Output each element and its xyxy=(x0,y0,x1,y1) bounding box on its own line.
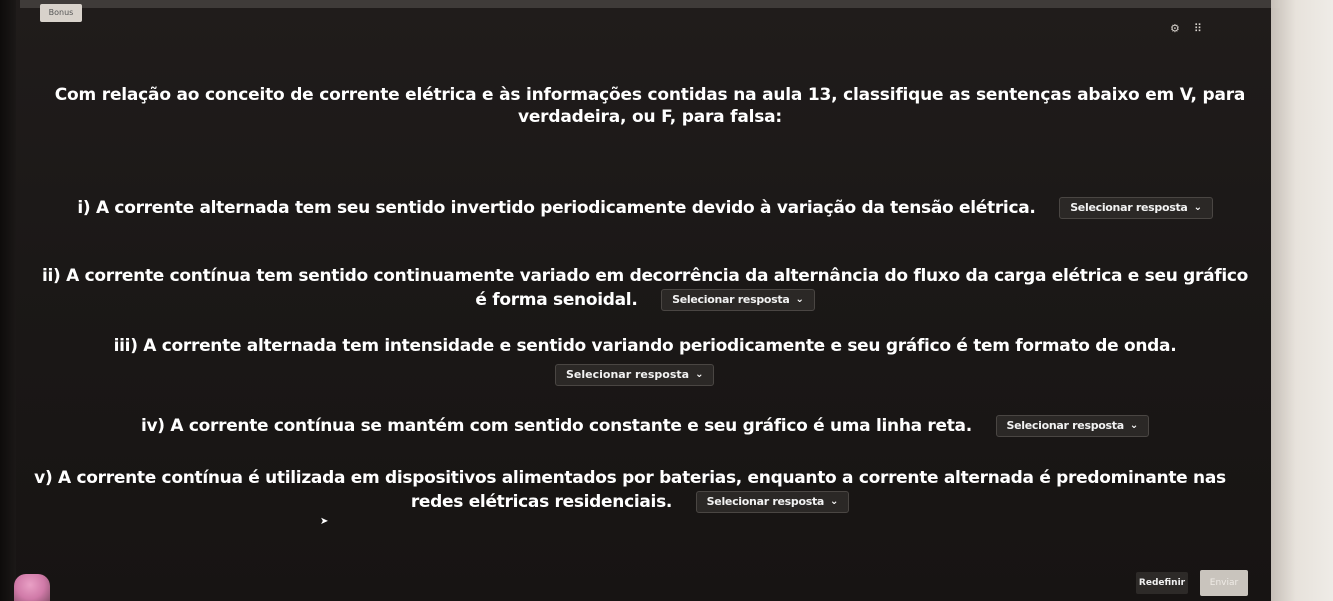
avatar xyxy=(14,574,50,601)
statement-1: i) A corrente alternada tem seu sentido … xyxy=(20,196,1270,220)
chevron-down-icon: ⌄ xyxy=(695,369,704,380)
select-label: Selecionar resposta xyxy=(1006,419,1125,432)
reset-button[interactable]: Redefinir xyxy=(1136,572,1188,594)
statement-4: iv) A corrente contínua se mantém com se… xyxy=(20,414,1270,438)
answer-select-5[interactable]: Selecionar resposta ⌄ xyxy=(695,491,850,513)
chevron-down-icon: ⌄ xyxy=(795,294,804,305)
statement-text: v) A corrente contínua é utilizada em di… xyxy=(34,468,1226,512)
toolbar-icons: ⚙ ⠿ xyxy=(1170,22,1202,35)
statement-text: ii) A corrente contínua tem sentido cont… xyxy=(41,266,1249,310)
screen: Bonus ⚙ ⠿ Com relação ao conceito de cor… xyxy=(0,0,1333,601)
chevron-down-icon: ⌄ xyxy=(830,496,839,507)
select-label: Selecionar resposta xyxy=(706,495,825,508)
select-label: Selecionar resposta xyxy=(566,368,690,381)
statement-text: iii) A corrente alternada tem intensidad… xyxy=(113,336,1177,356)
gear-icon[interactable]: ⚙ xyxy=(1170,22,1180,35)
select-label: Selecionar resposta xyxy=(672,293,790,306)
screen-left-edge xyxy=(0,0,16,601)
bonus-tag: Bonus xyxy=(40,4,82,22)
select-label: Selecionar resposta xyxy=(1070,201,1188,214)
statement-text: iv) A corrente contínua se mantém com se… xyxy=(141,416,972,436)
chevron-down-icon: ⌄ xyxy=(1129,420,1138,431)
answer-select-4[interactable]: Selecionar resposta ⌄ xyxy=(995,415,1149,437)
answer-select-3[interactable]: Selecionar resposta ⌄ xyxy=(555,364,715,386)
question-text: Com relação ao conceito de corrente elét… xyxy=(54,85,1246,127)
top-bar xyxy=(20,0,1280,8)
statement-2: ii) A corrente contínua tem sentido cont… xyxy=(40,264,1250,312)
send-button[interactable]: Enviar xyxy=(1200,570,1248,596)
answer-select-2[interactable]: Selecionar resposta ⌄ xyxy=(661,289,815,311)
chevron-down-icon: ⌄ xyxy=(1193,202,1202,213)
screen-glare xyxy=(1271,0,1333,601)
statement-5: v) A corrente contínua é utilizada em di… xyxy=(20,466,1240,514)
statement-3: iii) A corrente alternada tem intensidad… xyxy=(20,334,1270,358)
mouse-cursor-icon: ➤ xyxy=(320,516,329,527)
answer-select-1[interactable]: Selecionar resposta ⌄ xyxy=(1059,197,1213,219)
statement-text: i) A corrente alternada tem seu sentido … xyxy=(77,198,1036,218)
grid-icon[interactable]: ⠿ xyxy=(1194,22,1202,35)
